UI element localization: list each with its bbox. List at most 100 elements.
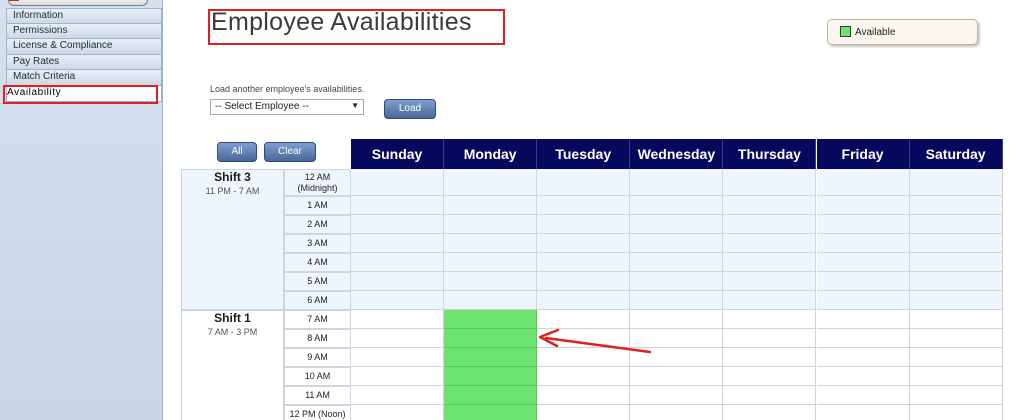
hour-label[interactable]: 1 AM [284,196,351,215]
availability-cell-saturday-7-am[interactable] [909,310,1003,329]
hour-label[interactable]: 10 AM [284,367,351,386]
availability-cell-tuesday-6-am[interactable] [537,291,631,310]
availability-cell-monday-8-am[interactable] [444,329,538,348]
availability-cell-friday-1-am[interactable] [816,196,910,215]
availability-cell-tuesday-12-am-midnight[interactable] [537,169,631,196]
hour-label[interactable]: 7 AM [284,310,351,329]
availability-cell-friday-6-am[interactable] [816,291,910,310]
shift-name[interactable]: Shift 3 [182,170,283,184]
availability-cell-sunday-10-am[interactable] [351,367,445,386]
availability-cell-tuesday-3-am[interactable] [537,234,631,253]
availability-cell-wednesday-4-am[interactable] [630,253,724,272]
availability-cell-wednesday-10-am[interactable] [630,367,724,386]
availability-cell-sunday-12-am-midnight[interactable] [351,169,445,196]
availability-cell-monday-1-am[interactable] [444,196,538,215]
day-header-monday[interactable]: Monday [444,139,538,169]
availability-cell-wednesday-11-am[interactable] [630,386,724,405]
availability-cell-friday-4-am[interactable] [816,253,910,272]
availability-cell-saturday-1-am[interactable] [909,196,1003,215]
day-header-tuesday[interactable]: Tuesday [537,139,631,169]
availability-cell-monday-5-am[interactable] [444,272,538,291]
availability-cell-sunday-9-am[interactable] [351,348,445,367]
availability-cell-saturday-3-am[interactable] [909,234,1003,253]
availability-cell-friday-11-am[interactable] [816,386,910,405]
availability-cell-tuesday-12-pm-noon[interactable] [537,405,631,420]
day-header-saturday[interactable]: Saturday [909,139,1003,169]
availability-cell-wednesday-7-am[interactable] [630,310,724,329]
availability-cell-saturday-12-am-midnight[interactable] [909,169,1003,196]
availability-cell-saturday-9-am[interactable] [909,348,1003,367]
availability-cell-monday-12-am-midnight[interactable] [444,169,538,196]
availability-cell-wednesday-6-am[interactable] [630,291,724,310]
availability-cell-tuesday-8-am[interactable] [537,329,631,348]
availability-cell-friday-7-am[interactable] [816,310,910,329]
availability-cell-saturday-5-am[interactable] [909,272,1003,291]
availability-cell-thursday-8-am[interactable] [723,329,817,348]
hour-label[interactable]: 11 AM [284,386,351,405]
availability-cell-wednesday-9-am[interactable] [630,348,724,367]
availability-cell-saturday-12-pm-noon[interactable] [909,405,1003,420]
availability-cell-sunday-7-am[interactable] [351,310,445,329]
availability-cell-friday-12-am-midnight[interactable] [816,169,910,196]
availability-cell-saturday-6-am[interactable] [909,291,1003,310]
availability-cell-saturday-11-am[interactable] [909,386,1003,405]
day-header-sunday[interactable]: Sunday [351,139,445,169]
availability-cell-monday-9-am[interactable] [444,348,538,367]
hour-label[interactable]: 4 AM [284,253,351,272]
availability-cell-friday-5-am[interactable] [816,272,910,291]
availability-cell-thursday-10-am[interactable] [723,367,817,386]
availability-cell-monday-3-am[interactable] [444,234,538,253]
availability-cell-thursday-6-am[interactable] [723,291,817,310]
availability-cell-friday-3-am[interactable] [816,234,910,253]
availability-cell-tuesday-10-am[interactable] [537,367,631,386]
availability-cell-sunday-6-am[interactable] [351,291,445,310]
availability-cell-tuesday-1-am[interactable] [537,196,631,215]
day-header-friday[interactable]: Friday [816,139,910,169]
availability-cell-saturday-8-am[interactable] [909,329,1003,348]
availability-cell-saturday-4-am[interactable] [909,253,1003,272]
availability-cell-thursday-9-am[interactable] [723,348,817,367]
availability-cell-friday-2-am[interactable] [816,215,910,234]
availability-cell-wednesday-2-am[interactable] [630,215,724,234]
hour-label[interactable]: 3 AM [284,234,351,253]
hour-label[interactable]: 6 AM [284,291,351,310]
hour-label[interactable]: 9 AM [284,348,351,367]
availability-cell-tuesday-5-am[interactable] [537,272,631,291]
availability-cell-friday-10-am[interactable] [816,367,910,386]
day-header-wednesday[interactable]: Wednesday [630,139,724,169]
hour-label[interactable]: 12 AM (Midnight) [284,169,351,196]
availability-cell-wednesday-8-am[interactable] [630,329,724,348]
availability-cell-thursday-2-am[interactable] [723,215,817,234]
availability-cell-monday-4-am[interactable] [444,253,538,272]
availability-cell-friday-12-pm-noon[interactable] [816,405,910,420]
hour-label[interactable]: 12 PM (Noon) [284,405,351,420]
availability-cell-thursday-7-am[interactable] [723,310,817,329]
availability-cell-monday-7-am[interactable] [444,310,538,329]
availability-cell-sunday-2-am[interactable] [351,215,445,234]
availability-cell-tuesday-4-am[interactable] [537,253,631,272]
availability-cell-thursday-5-am[interactable] [723,272,817,291]
availability-cell-sunday-12-pm-noon[interactable] [351,405,445,420]
availability-cell-thursday-1-am[interactable] [723,196,817,215]
availability-cell-sunday-4-am[interactable] [351,253,445,272]
availability-cell-tuesday-7-am[interactable] [537,310,631,329]
availability-cell-sunday-1-am[interactable] [351,196,445,215]
availability-cell-monday-12-pm-noon[interactable] [444,405,538,420]
availability-cell-wednesday-5-am[interactable] [630,272,724,291]
availability-cell-sunday-8-am[interactable] [351,329,445,348]
availability-cell-saturday-2-am[interactable] [909,215,1003,234]
availability-cell-sunday-5-am[interactable] [351,272,445,291]
availability-cell-monday-6-am[interactable] [444,291,538,310]
availability-cell-saturday-10-am[interactable] [909,367,1003,386]
availability-cell-monday-10-am[interactable] [444,367,538,386]
availability-cell-tuesday-11-am[interactable] [537,386,631,405]
availability-cell-wednesday-1-am[interactable] [630,196,724,215]
availability-cell-tuesday-9-am[interactable] [537,348,631,367]
availability-cell-thursday-12-pm-noon[interactable] [723,405,817,420]
day-header-thursday[interactable]: Thursday [723,139,817,169]
availability-cell-wednesday-3-am[interactable] [630,234,724,253]
availability-cell-tuesday-2-am[interactable] [537,215,631,234]
hour-label[interactable]: 5 AM [284,272,351,291]
shift-name[interactable]: Shift 1 [182,311,283,325]
hour-label[interactable]: 2 AM [284,215,351,234]
